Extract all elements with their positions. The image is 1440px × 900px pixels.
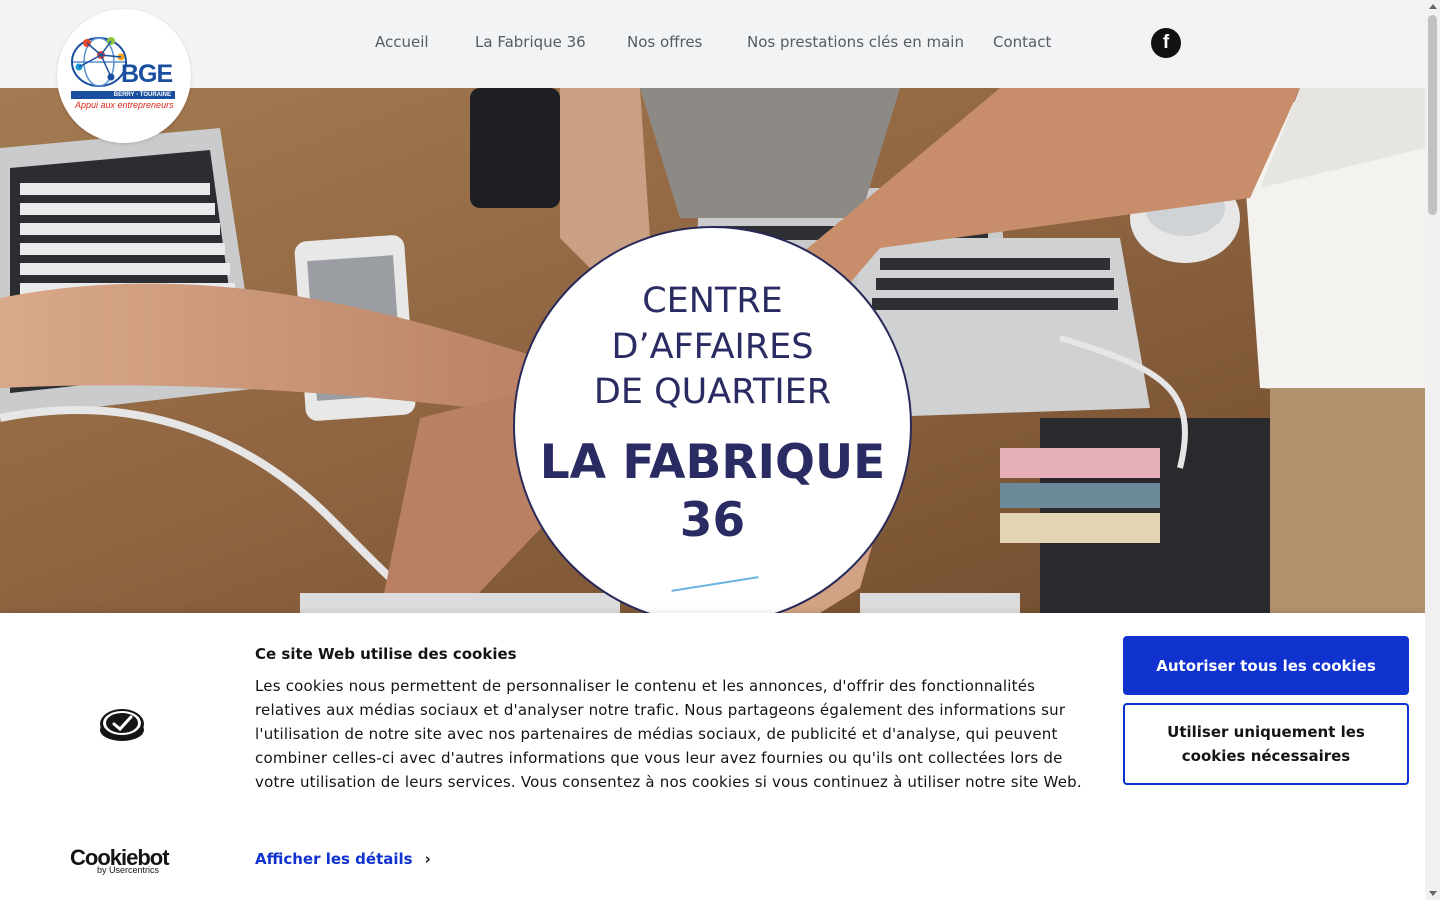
hero-badge: CENTRE D’AFFAIRES DE QUARTIER LA FABRIQU…: [513, 226, 912, 625]
nav-item-contact[interactable]: Contact: [993, 33, 1051, 51]
cookie-text: Les cookies nous permettent de personnal…: [255, 677, 1082, 791]
cookie-title: Ce site Web utilise des cookies: [255, 645, 517, 663]
allow-all-cookies-button[interactable]: Autoriser tous les cookies: [1123, 636, 1409, 695]
cookie-details-link[interactable]: Afficher les détails ›: [255, 850, 431, 868]
logo-brand: BGE: [121, 60, 173, 88]
site-logo[interactable]: BGE BERRY - TOURAINE Appui aux entrepren…: [57, 9, 191, 143]
scrollbar-thumb[interactable]: [1428, 15, 1437, 215]
nav-item-nos-prestations[interactable]: Nos prestations clés en main: [747, 33, 964, 51]
nav-item-nos-offres[interactable]: Nos offres: [627, 33, 702, 51]
facebook-icon[interactable]: f: [1151, 28, 1181, 58]
hero-accent-line: [671, 576, 759, 592]
site-header: Accueil La Fabrique 36 Nos offres Nos pr…: [0, 0, 1425, 88]
cookiebot-by: by Usercentrics: [97, 865, 160, 875]
hero-line-2: D’AFFAIRES: [611, 327, 814, 367]
chevron-right-icon: ›: [424, 850, 431, 868]
nav-item-accueil[interactable]: Accueil: [375, 33, 429, 51]
hero-line-1: CENTRE: [642, 281, 783, 321]
necessary-cookies-button[interactable]: Utiliser uniquement les cookies nécessai…: [1123, 703, 1409, 785]
hero-title-2: 36: [679, 493, 746, 548]
page-scrollbar[interactable]: [1425, 0, 1440, 900]
logo-tagline: Appui aux entrepreneurs: [75, 100, 174, 110]
hero-line-3: DE QUARTIER: [593, 372, 832, 412]
cookie-details-label: Afficher les détails: [255, 850, 413, 868]
logo-band: BERRY - TOURAINE: [71, 91, 175, 99]
nav-item-la-fabrique-36[interactable]: La Fabrique 36: [475, 33, 586, 51]
scroll-down-icon[interactable]: [1429, 891, 1437, 896]
cookiebot-icon: [100, 709, 144, 741]
scroll-up-icon[interactable]: [1429, 4, 1437, 9]
hero-title-1: LA FABRIQUE: [539, 435, 886, 490]
